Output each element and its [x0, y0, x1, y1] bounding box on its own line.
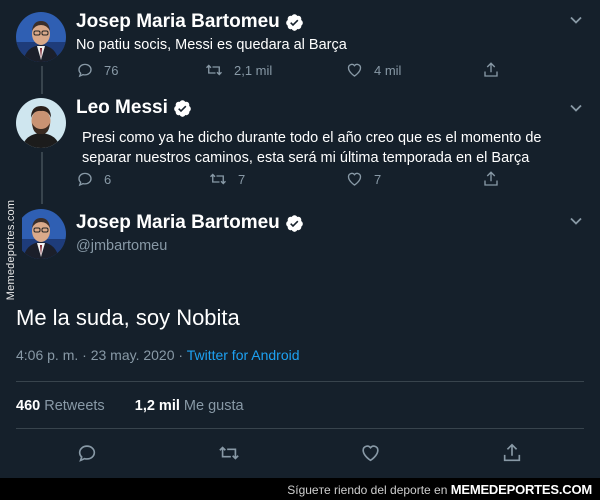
reply-icon [78, 172, 92, 187]
like-button[interactable]: 4 mil [345, 61, 401, 79]
likes-label: Me gusta [179, 398, 244, 414]
tweet-text: Presi como ya he dicho durante todo el a… [82, 130, 542, 166]
footer-brand: MEMEDEPORTES.COM [450, 482, 592, 497]
footer-text: Sígueте riendo del deporte en MEMEDEPORT… [287, 482, 592, 497]
footer-caption: Sígueте riendo del deporte en [287, 483, 451, 497]
share-button[interactable] [482, 170, 500, 188]
chevron-down-icon[interactable] [569, 214, 583, 228]
reply-button[interactable]: 76 [76, 61, 118, 79]
tweet-timestamp: 4:06 p. m. · 23 may. 2020 · Twitter for … [16, 347, 300, 363]
display-name[interactable]: Leo Messi [76, 97, 192, 119]
source-link[interactable]: Twitter for Android [187, 347, 300, 363]
display-name[interactable]: Josep Maria Bartomeu [76, 11, 304, 33]
share-icon [503, 443, 521, 462]
divider [16, 381, 584, 382]
tweet-actions: 76 2,1 mil 4 mil [76, 61, 506, 83]
heart-icon [347, 172, 362, 186]
thread-connector [41, 152, 43, 204]
retweets-stat[interactable]: 460 Retweets [16, 398, 105, 414]
retweets-count: 460 [16, 398, 41, 414]
divider [16, 428, 584, 429]
retweets-label: Retweets [40, 398, 105, 414]
heart-icon [362, 445, 379, 462]
share-button[interactable] [482, 61, 500, 79]
avatar[interactable] [16, 12, 66, 62]
like-button[interactable]: 7 [345, 170, 381, 188]
retweet-icon [210, 173, 226, 185]
verified-badge-icon [285, 13, 303, 31]
retweet-button[interactable]: 2,1 mil [204, 61, 272, 79]
tweet-text: Me la suda, soy Nobita [16, 305, 240, 330]
avatar[interactable] [16, 98, 66, 148]
reply-button[interactable] [76, 442, 98, 469]
tweet-text: No patiu socis, Messi es quedara al Barç… [76, 37, 347, 53]
retweet-button[interactable] [217, 442, 241, 469]
verified-badge-icon [174, 99, 191, 117]
thread-connector [41, 66, 43, 94]
reply-icon [78, 63, 92, 78]
avatar[interactable] [16, 209, 66, 259]
verified-badge-icon [285, 214, 303, 232]
user-handle[interactable]: @jmbartomeu [76, 238, 167, 254]
share-icon [484, 62, 498, 77]
retweet-icon [219, 446, 239, 460]
heart-icon [347, 63, 362, 77]
chevron-down-icon[interactable] [569, 13, 583, 27]
reply-icon [78, 445, 96, 462]
likes-stat[interactable]: 1,2 mil Me gusta [135, 398, 244, 414]
retweet-button[interactable]: 7 [208, 170, 245, 188]
tweet-stats: 460 Retweets 1,2 mil Me gusta [16, 398, 244, 414]
reply-button[interactable]: 6 [76, 170, 111, 188]
main-tweet-actions [0, 442, 600, 468]
like-button[interactable] [359, 442, 382, 469]
share-button[interactable] [501, 442, 523, 469]
share-icon [484, 171, 498, 186]
tweet-thread-screenshot: Josep Maria Bartomeu No patiu socis, Mes… [0, 0, 600, 500]
footer-watermark: Sígueте riendo del deporte en MEMEDEPORT… [0, 478, 600, 500]
watermark-text: Memedeportes.com [5, 199, 17, 301]
tweet-actions: 6 7 7 [76, 170, 506, 192]
chevron-down-icon[interactable] [569, 101, 583, 115]
side-watermark: Memedeportes.com [0, 190, 22, 310]
display-name[interactable]: Josep Maria Bartomeu [76, 212, 304, 234]
retweet-icon [206, 64, 222, 76]
timestamp-text[interactable]: 4:06 p. m. · 23 may. 2020 · [16, 347, 187, 363]
likes-count: 1,2 mil [134, 398, 180, 414]
